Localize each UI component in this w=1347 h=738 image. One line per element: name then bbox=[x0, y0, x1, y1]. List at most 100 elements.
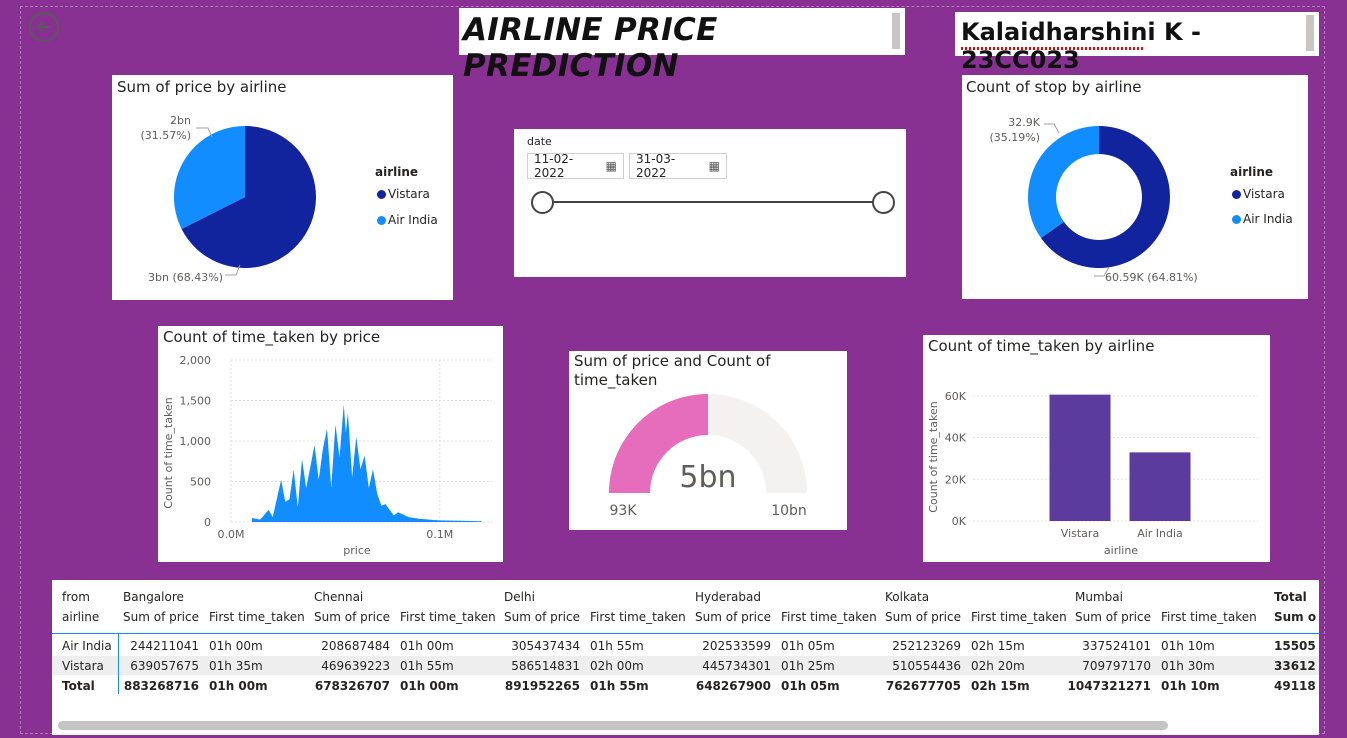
row-label: Total bbox=[62, 679, 95, 693]
cell-time: 01h 00m bbox=[400, 639, 454, 653]
cell-price: 208687484 bbox=[321, 639, 390, 653]
donut-label-vistara: 60.59K (64.81%) bbox=[1105, 271, 1198, 284]
start-date-value: 11-02-2022 bbox=[534, 152, 574, 180]
column-header-time: First time_taken bbox=[400, 610, 496, 624]
textbox-handle bbox=[1306, 15, 1314, 51]
date-slicer[interactable]: date 11-02-2022 ▦ 31-03-2022 ▦ bbox=[514, 129, 906, 277]
column-header-price: Sum of price bbox=[885, 610, 961, 624]
pie-price-visual[interactable]: Sum of price by airline 2bn (31.57%) 3bn… bbox=[112, 75, 453, 300]
bar-chart: 60K 40K 20K 0K Vistara Air India Count of ti… bbox=[927, 390, 1258, 557]
cell-price: 337524101 bbox=[1082, 639, 1151, 653]
slider-end-handle[interactable] bbox=[872, 191, 895, 214]
y-tick-label: 1,500 bbox=[180, 395, 212, 408]
cell-price: 586514831 bbox=[511, 659, 580, 673]
column-header-price: Sum of price bbox=[1075, 610, 1151, 624]
cell-time: 02h 00m bbox=[590, 659, 644, 673]
cell-time: 02h 20m bbox=[971, 659, 1025, 673]
author-name: Kalaidharshini K - 23CC023 bbox=[961, 18, 1201, 74]
cell-time: 01h 05m bbox=[781, 639, 835, 653]
cell-total: 33612 bbox=[1274, 659, 1316, 673]
column-group-header: Kolkata bbox=[885, 590, 930, 604]
gauge-visual[interactable]: Sum of price and Count of time_taken 5bn… bbox=[569, 351, 847, 530]
legend-label: Air India bbox=[1243, 212, 1293, 226]
legend-item-vistara[interactable]: Vistara bbox=[377, 187, 430, 201]
y-tick-label: 0 bbox=[204, 516, 211, 529]
horizontal-scrollbar[interactable] bbox=[58, 721, 1168, 730]
title-textbox[interactable]: AIRLINE PRICE PREDICTION bbox=[459, 8, 905, 84]
column-group-header: Mumbai bbox=[1075, 590, 1123, 604]
start-date-input[interactable]: 11-02-2022 ▦ bbox=[527, 152, 624, 180]
cell-price: 252123269 bbox=[892, 639, 961, 653]
legend-dot bbox=[377, 189, 386, 199]
column-header-time: First time_taken bbox=[781, 610, 877, 624]
legend-item-vistara[interactable]: Vistara bbox=[1232, 187, 1285, 201]
matrix-table[interactable]: from airline Bangalore Sum of price First … bbox=[52, 580, 1319, 735]
legend-dot bbox=[1232, 189, 1241, 199]
row-label: Vistara bbox=[62, 659, 104, 673]
histogram-ylabel: Count of time_taken bbox=[162, 397, 175, 508]
column-header-price: Sum of price bbox=[504, 610, 580, 624]
slider-start-handle[interactable] bbox=[531, 191, 554, 214]
end-date-input[interactable]: 31-03-2022 ▦ bbox=[629, 152, 727, 180]
cell-price: 648267900 bbox=[695, 679, 771, 693]
y-tick-label: 1,000 bbox=[180, 435, 212, 448]
legend-dot bbox=[377, 215, 386, 225]
cell-total: 15505 bbox=[1274, 639, 1316, 653]
legend-item-air-india[interactable]: Air India bbox=[377, 213, 438, 227]
x-tick-label: 0.1M bbox=[426, 528, 453, 541]
histogram-chart: 2,000 1,500 1,000 500 0 0.0M 0.1M Count of ti… bbox=[162, 354, 492, 557]
row-header-airline: airline bbox=[62, 610, 100, 624]
back-button[interactable] bbox=[29, 12, 59, 42]
y-tick-label: 2,000 bbox=[180, 354, 212, 367]
y-tick-label: 500 bbox=[190, 476, 211, 489]
y-tick-label: 60K bbox=[945, 390, 967, 403]
x-tick-label: 0.0M bbox=[218, 528, 245, 541]
histogram-area[interactable] bbox=[251, 404, 482, 522]
calendar-icon[interactable]: ▦ bbox=[606, 159, 617, 173]
report-title: AIRLINE PRICE PREDICTION bbox=[463, 12, 718, 84]
header-divider bbox=[52, 633, 1319, 634]
cell-total: 49118 bbox=[1274, 679, 1316, 693]
cell-time: 01h 00m bbox=[400, 679, 459, 693]
column-header-price: Sum of price bbox=[314, 610, 390, 624]
bar-vistara[interactable] bbox=[1049, 394, 1111, 521]
cell-time: 01h 55m bbox=[400, 659, 454, 673]
bar-chart-visual[interactable]: Count of time_taken by airline 60K 40K 20K… bbox=[923, 335, 1270, 562]
cell-price: 678326707 bbox=[314, 679, 390, 693]
column-header-time: First time_taken bbox=[971, 610, 1067, 624]
cell-time: 01h 05m bbox=[781, 679, 840, 693]
cell-price: 709797170 bbox=[1082, 659, 1151, 673]
author-textbox[interactable]: Kalaidharshini K - 23CC023 bbox=[955, 12, 1319, 74]
histogram-visual[interactable]: Count of time_taken by price 2,000 1,500 1… bbox=[158, 326, 503, 562]
cell-time: 02h 15m bbox=[971, 679, 1030, 693]
textbox-handle bbox=[892, 13, 900, 49]
donut-stop-visual[interactable]: Count of stop by airline 32.9K (35.19%) … bbox=[962, 75, 1308, 299]
column-header-time: First time_taken bbox=[1161, 610, 1257, 624]
cell-time: 01h 55m bbox=[590, 639, 644, 653]
bar-air-india[interactable] bbox=[1129, 452, 1191, 521]
legend-title: airline bbox=[375, 165, 419, 179]
legend-label: Air India bbox=[388, 213, 438, 227]
y-tick-label: 40K bbox=[945, 432, 967, 445]
cell-time: 01h 35m bbox=[209, 659, 263, 673]
donut-label-airindia-value: 32.9K bbox=[1008, 116, 1040, 129]
gauge-max: 10bn bbox=[771, 503, 807, 519]
cell-price: 510554436 bbox=[892, 659, 961, 673]
slicer-label: date bbox=[527, 135, 552, 148]
cell-price: 469639223 bbox=[321, 659, 390, 673]
end-date-value: 31-03-2022 bbox=[636, 152, 676, 180]
column-header-total: Sum o bbox=[1274, 610, 1317, 624]
pie-label-airindia-pct: (31.57%) bbox=[140, 129, 191, 142]
cell-price: 762677705 bbox=[885, 679, 961, 693]
cell-price: 883268716 bbox=[123, 679, 199, 693]
cell-time: 01h 30m bbox=[1161, 659, 1215, 673]
legend-label: Vistara bbox=[1243, 187, 1285, 201]
legend-label: Vistara bbox=[388, 187, 430, 201]
cell-time: 01h 25m bbox=[781, 659, 835, 673]
column-header-time: First time_taken bbox=[209, 610, 305, 624]
column-group-header: Total bbox=[1274, 590, 1307, 604]
legend-item-air-india[interactable]: Air India bbox=[1232, 212, 1293, 226]
y-tick-label: 20K bbox=[945, 473, 967, 486]
x-tick-label: Vistara bbox=[1061, 527, 1099, 540]
calendar-icon[interactable]: ▦ bbox=[709, 159, 720, 173]
